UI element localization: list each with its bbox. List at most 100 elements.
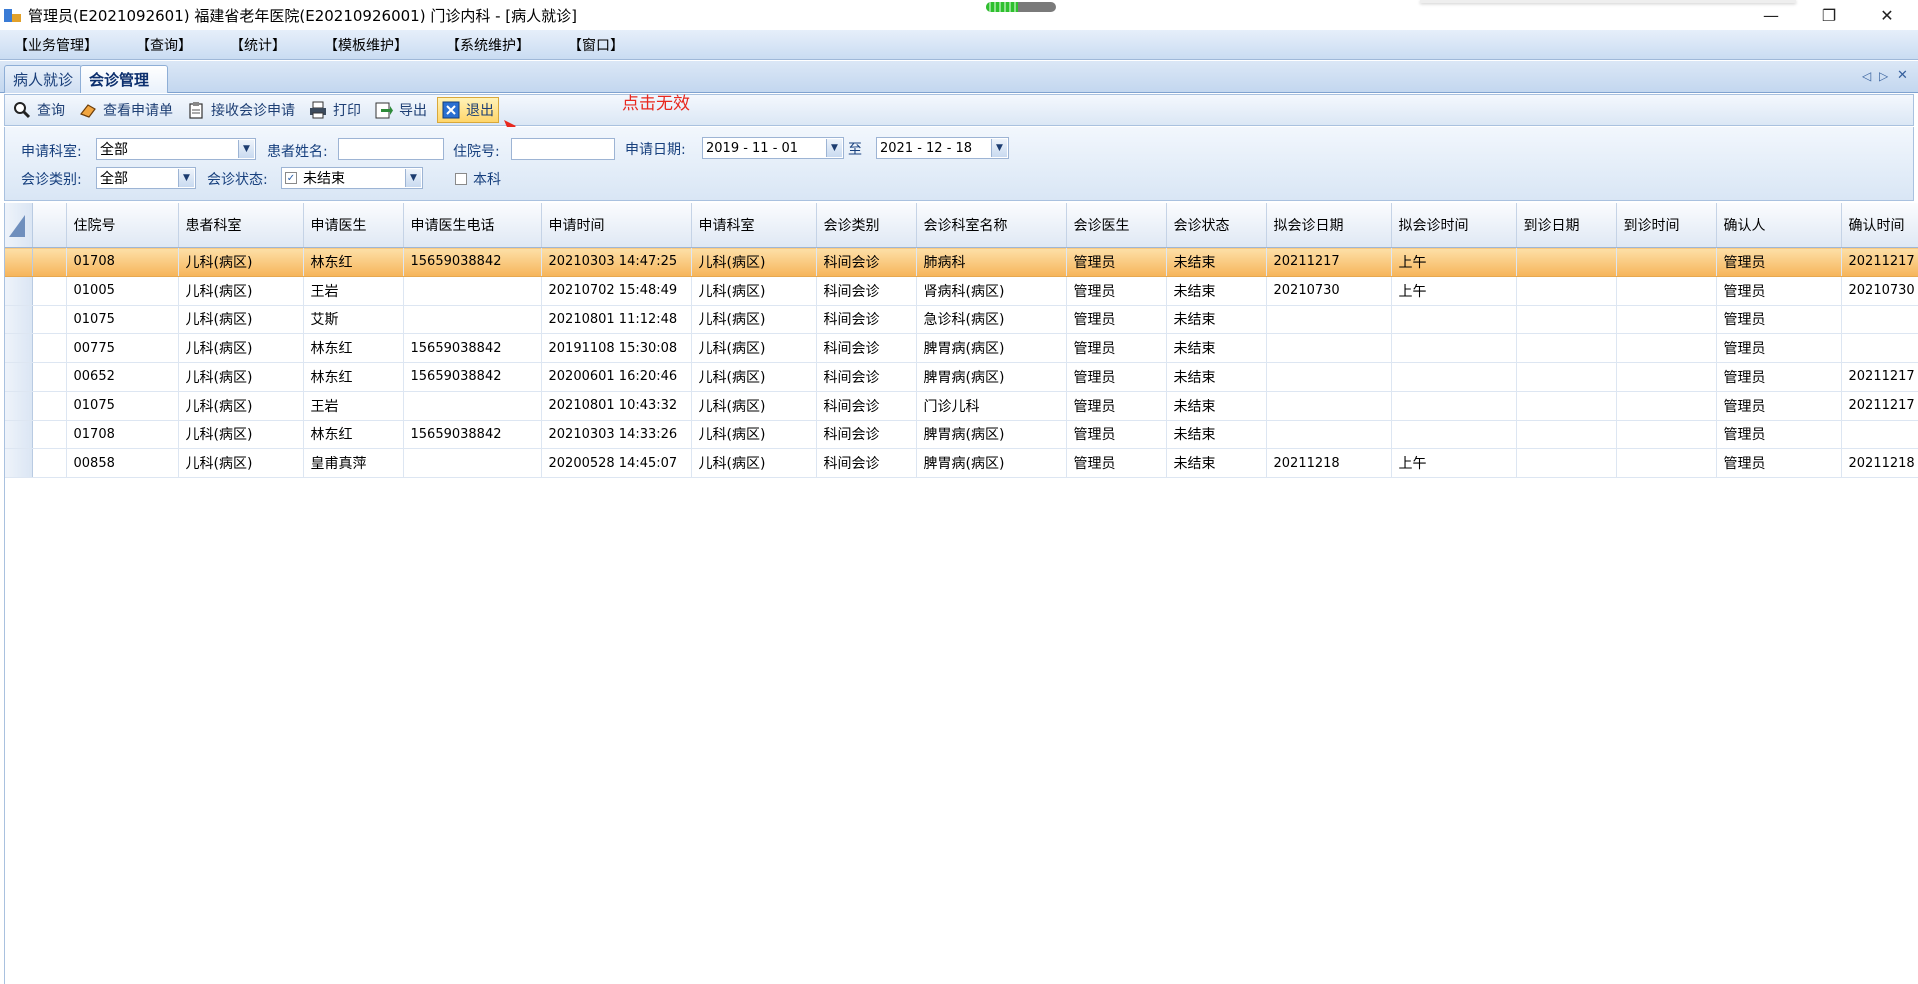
row-indicator[interactable]	[5, 247, 33, 277]
tab-next-icon[interactable]: ▷	[1879, 69, 1888, 83]
own-dept-checkbox[interactable]: 本科	[455, 169, 501, 189]
cell-consult-type: 科间会诊	[816, 247, 917, 277]
tab-patient-visit[interactable]: 病人就诊	[4, 65, 83, 93]
tab-close-icon[interactable]: ✕	[1897, 68, 1908, 83]
column-header-consult-doctor[interactable]: 会诊医生	[1066, 203, 1167, 248]
cell-planned-time: 上午	[1391, 276, 1517, 306]
date-from-picker[interactable]: 2019 - 11 - 01 ▼	[702, 137, 844, 159]
window-title: 管理员(E2021092601) 福建省老年医院(E20210926001) 门…	[28, 6, 577, 25]
menu-statistics[interactable]: 【统计】	[230, 35, 286, 55]
tab-consultation[interactable]: 会诊管理	[80, 65, 169, 93]
cell-consult-dept-name: 脾胃病(病区)	[916, 362, 1067, 392]
menu-template[interactable]: 【模板维护】	[324, 35, 408, 55]
row-indicator[interactable]	[5, 333, 33, 363]
cell-consult-status: 未结束	[1166, 305, 1267, 335]
select-all-corner[interactable]	[5, 203, 33, 248]
column-header-planned-time[interactable]: 拟会诊时间	[1391, 203, 1517, 248]
cell-request-dept: 儿科(病区)	[691, 247, 817, 277]
menu-query[interactable]: 【查询】	[136, 35, 192, 55]
chevron-down-icon[interactable]: ▼	[405, 169, 421, 187]
dept-select[interactable]: 全部 ▼	[96, 138, 256, 160]
column-header-confirm-time[interactable]: 确认时间	[1841, 203, 1918, 248]
status-checkbox-icon[interactable]: ✓	[285, 172, 297, 184]
cell-request-doctor: 林东红	[303, 362, 404, 392]
table-row[interactable]: 00652 儿科(病区) 林东红 15659038842 20200601 16:20:…	[5, 362, 1918, 392]
close-button[interactable]: ✕	[1864, 0, 1910, 30]
table-row[interactable]: 01708 儿科(病区) 林东红 15659038842 20210303 14:33:…	[5, 420, 1918, 450]
column-header-confirmed-by[interactable]: 确认人	[1716, 203, 1842, 248]
query-button[interactable]: 查询	[9, 97, 69, 123]
cell-consult-doctor: 管理员	[1066, 333, 1167, 363]
receive-request-button[interactable]: 接收会诊申请	[183, 97, 299, 123]
cell-consult-type: 科间会诊	[816, 276, 917, 306]
consult-type-select[interactable]: 全部 ▼	[96, 167, 196, 189]
cell-request-dept: 儿科(病区)	[691, 276, 817, 306]
column-header-planned-date[interactable]: 拟会诊日期	[1266, 203, 1392, 248]
chevron-down-icon[interactable]: ▼	[826, 139, 842, 157]
column-header-arrival-time[interactable]: 到诊时间	[1616, 203, 1717, 248]
consult-type-value: 全部	[100, 171, 128, 187]
date-to-picker[interactable]: 2021 - 12 - 18 ▼	[876, 137, 1009, 159]
chevron-down-icon[interactable]: ▼	[178, 169, 194, 187]
dept-value: 全部	[100, 142, 128, 158]
cell-consult-type: 科间会诊	[816, 391, 917, 421]
export-button[interactable]: 导出	[371, 97, 431, 123]
restore-button[interactable]: ❐	[1806, 0, 1852, 30]
tab-prev-icon[interactable]: ◁	[1862, 69, 1871, 83]
table-row[interactable]: 00858 儿科(病区) 皇甫真萍 20200528 14:45:07 儿科(病区) 科间…	[5, 448, 1918, 478]
cell-consult-dept-name: 急诊科(病区)	[916, 305, 1067, 335]
cell-doctor-phone	[403, 448, 542, 478]
column-header-consult-status[interactable]: 会诊状态	[1166, 203, 1267, 248]
column-header-request-dept[interactable]: 申请科室	[691, 203, 817, 248]
row-indicator[interactable]	[5, 276, 33, 306]
column-header-inpatient-no[interactable]: 住院号	[66, 203, 179, 248]
menu-window[interactable]: 【窗口】	[568, 35, 624, 55]
cell-inpatient-no: 01708	[66, 420, 179, 450]
chevron-down-icon[interactable]: ▼	[991, 139, 1007, 157]
date-from-value: 2019 - 11 - 01	[706, 140, 799, 156]
toolbar: 查询 查看申请单 接收会诊申请 打印 导出 退出	[4, 94, 1914, 126]
column-header-consult-type[interactable]: 会诊类别	[816, 203, 917, 248]
row-indicator[interactable]	[5, 420, 33, 450]
view-request-button[interactable]: 查看申请单	[75, 97, 177, 123]
print-button[interactable]: 打印	[305, 97, 365, 123]
menu-business[interactable]: 【业务管理】	[14, 35, 98, 55]
menu-bar: 【业务管理】 【查询】 【统计】 【模板维护】 【系统维护】 【窗口】	[0, 30, 1918, 60]
cell-doctor-phone: 15659038842	[403, 362, 542, 392]
column-header-doctor-phone[interactable]: 申请医生电话	[403, 203, 542, 248]
row-indicator[interactable]	[5, 391, 33, 421]
inpatient-no-input[interactable]	[511, 138, 615, 160]
cell-consult-dept-name: 门诊儿科	[916, 391, 1067, 421]
row-indicator[interactable]	[5, 448, 33, 478]
menu-system[interactable]: 【系统维护】	[446, 35, 530, 55]
own-dept-checkbox-icon[interactable]	[455, 173, 467, 185]
patient-name-input[interactable]	[338, 138, 444, 160]
cell-consult-doctor: 管理员	[1066, 420, 1167, 450]
table-header-row: 住院号 患者科室 申请医生 申请医生电话 申请时间 申请科室 会诊类别 会诊科室名称 会诊医生会…	[5, 203, 1918, 248]
table-row[interactable]: 01005 儿科(病区) 王岩 20210702 15:48:49 儿科(病区) 科间会诊…	[5, 276, 1918, 306]
table-row[interactable]: 00775 儿科(病区) 林东红 15659038842 20191108 15:30:…	[5, 333, 1918, 363]
app-icon	[4, 6, 22, 24]
cell-consult-doctor: 管理员	[1066, 276, 1167, 306]
cell-consult-dept-name: 脾胃病(病区)	[916, 448, 1067, 478]
receive-request-label: 接收会诊申请	[211, 103, 295, 119]
chevron-down-icon[interactable]: ▼	[238, 140, 254, 158]
column-header-request-doctor[interactable]: 申请医生	[303, 203, 404, 248]
column-header-arrival-date[interactable]: 到诊日期	[1516, 203, 1617, 248]
title-bar: 管理员(E2021092601) 福建省老年医院(E20210926001) 门…	[0, 0, 1918, 30]
row-indicator[interactable]	[5, 305, 33, 335]
column-header-consult-dept-name[interactable]: 会诊科室名称	[916, 203, 1067, 248]
table-row[interactable]: 01075 儿科(病区) 王岩 20210801 10:43:32 儿科(病区) 科间会诊…	[5, 391, 1918, 421]
table-row[interactable]: 01708 儿科(病区) 林东红 15659038842 20210303 14:47:…	[5, 247, 1918, 277]
cell-planned-time	[1391, 305, 1517, 335]
cell-consult-status: 未结束	[1166, 391, 1267, 421]
consult-status-select[interactable]: ✓ 未结束 ▼	[281, 167, 423, 189]
minimize-button[interactable]: —	[1748, 0, 1794, 30]
cell-consult-doctor: 管理员	[1066, 448, 1167, 478]
table-row[interactable]: 01075 儿科(病区) 艾斯 20210801 11:12:48 儿科(病区) 科间会诊…	[5, 305, 1918, 335]
cell-patient-dept: 儿科(病区)	[178, 247, 304, 277]
column-header-request-time[interactable]: 申请时间	[541, 203, 692, 248]
exit-button[interactable]: 退出	[437, 97, 499, 123]
row-indicator[interactable]	[5, 362, 33, 392]
column-header-patient-dept[interactable]: 患者科室	[178, 203, 304, 248]
